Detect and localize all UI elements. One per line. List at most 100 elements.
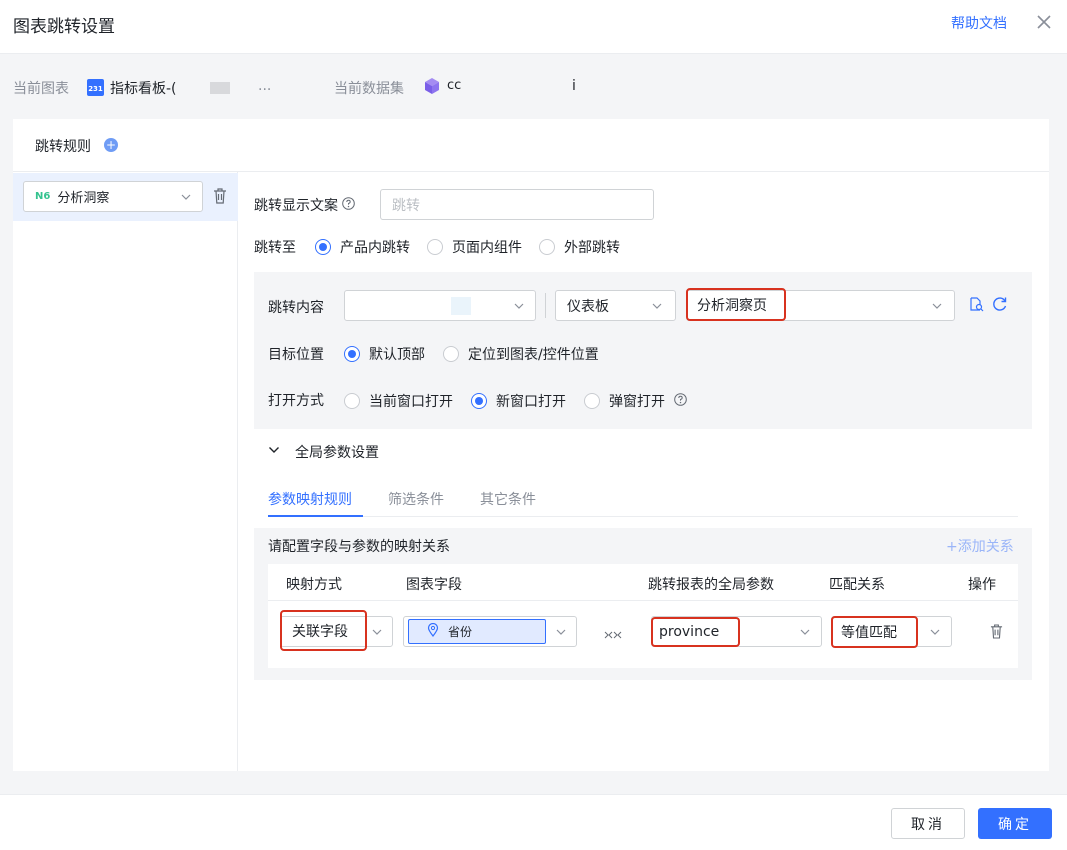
chevron-down-icon [556, 627, 566, 637]
question-circle-icon[interactable] [674, 392, 687, 410]
tab-other-conditions[interactable]: 其它条件 [480, 489, 536, 509]
close-icon[interactable] [1034, 12, 1054, 32]
content-select-product[interactable] [344, 290, 536, 321]
open-mode-radio-group: 当前窗口打开 新窗口打开 弹窗打开 [344, 391, 687, 411]
trash-icon[interactable] [213, 188, 227, 204]
location-pin-icon [427, 622, 439, 641]
content-page-value: 分析洞察页 [697, 297, 767, 314]
chart-calendar-icon: 231 [87, 79, 104, 96]
radio-label: 当前窗口打开 [369, 394, 453, 410]
open-mode-label: 打开方式 [268, 393, 324, 409]
add-relation-button[interactable]: +添加关系 [946, 536, 1014, 556]
divider [545, 293, 546, 318]
jump-to-label: 跳转至 [254, 240, 296, 256]
content-type-value: 仪表板 [567, 298, 609, 315]
radio-product-jump[interactable]: 产品内跳转 [315, 237, 410, 257]
active-tab-underline [268, 515, 363, 517]
chevron-down-icon [372, 627, 382, 637]
redacted-block [210, 82, 230, 94]
rule-item-label: 分析洞察 [57, 191, 110, 206]
radio-popup[interactable]: 弹窗打开 [584, 391, 665, 411]
trash-icon[interactable] [990, 624, 1003, 643]
tabs-divider [268, 516, 1018, 517]
highlight-global-param: province [651, 617, 740, 647]
dialog-header [0, 0, 1067, 54]
display-text-label-group: 跳转显示文案 [254, 195, 355, 215]
column-header: 匹配关系 [829, 577, 885, 593]
current-chart-value: 指标看板-( [110, 81, 177, 97]
tab-param-mapping[interactable]: 参数映射规则 [268, 489, 352, 509]
radio-dot [443, 346, 459, 362]
radio-page-component[interactable]: 页面内组件 [427, 237, 522, 257]
column-header: 图表字段 [406, 577, 462, 593]
global-params-toggle[interactable]: 全局参数设置 [268, 442, 379, 462]
current-dataset-trailing: i [572, 78, 576, 94]
global-params-title: 全局参数设置 [295, 445, 379, 461]
redacted-block [451, 297, 471, 315]
column-header: 操作 [968, 577, 996, 593]
radio-dot [471, 393, 487, 409]
display-text-placeholder: 跳转 [392, 197, 420, 214]
highlight-mapping-type: 关联字段 [280, 610, 367, 651]
radio-new-window[interactable]: 新窗口打开 [471, 391, 566, 411]
chart-field-select[interactable]: 省份 [403, 616, 577, 647]
dialog-title: 图表跳转设置 [13, 17, 115, 37]
rules-list-panel [13, 172, 238, 771]
column-header: 跳转报表的全局参数 [648, 577, 774, 593]
jump-to-radio-group: 产品内跳转 页面内组件 外部跳转 [315, 237, 620, 257]
highlight-match-relation: 等值匹配 [831, 616, 918, 648]
chart-field-value: 省份 [448, 625, 473, 639]
radio-dot [315, 239, 331, 255]
global-param-value: province [659, 624, 720, 640]
column-header: 映射方式 [286, 577, 342, 593]
display-text-label: 跳转显示文案 [254, 198, 338, 214]
rule-select[interactable]: N6 分析洞察 [23, 181, 203, 212]
content-select-type[interactable]: 仪表板 [555, 290, 676, 321]
chevron-down-icon [514, 301, 524, 311]
radio-external-jump[interactable]: 外部跳转 [539, 237, 620, 257]
radio-current-window[interactable]: 当前窗口打开 [344, 391, 453, 411]
radio-dot [344, 393, 360, 409]
radio-label: 新窗口打开 [496, 394, 566, 410]
radio-locate-chart[interactable]: 定位到图表/控件位置 [443, 344, 599, 364]
add-rule-icon[interactable]: + [104, 138, 118, 152]
file-search-icon[interactable] [969, 297, 984, 316]
refresh-icon[interactable] [992, 296, 1008, 316]
match-relation-value: 等值匹配 [841, 625, 897, 641]
mapping-hint: 请配置字段与参数的映射关系 [268, 539, 450, 555]
chevron-down-icon [800, 627, 810, 637]
current-chart-trailing: ... [258, 78, 272, 94]
help-docs-link[interactable]: 帮助文档 [951, 13, 1007, 33]
question-circle-icon[interactable] [342, 196, 355, 214]
table-header-divider [268, 600, 1018, 601]
radio-label: 页面内组件 [452, 240, 522, 256]
chevron-down-icon [181, 192, 191, 202]
radio-dot [584, 393, 600, 409]
rules-title: 跳转规则 [35, 139, 91, 155]
target-label: 目标位置 [268, 347, 324, 363]
link-arrows-icon [604, 627, 622, 643]
radio-default-top[interactable]: 默认顶部 [344, 344, 425, 364]
radio-label: 外部跳转 [564, 240, 620, 256]
current-dataset-label: 当前数据集 [334, 81, 404, 97]
chevron-down-icon [930, 627, 940, 637]
highlight-page-value: 分析洞察页 [686, 288, 786, 321]
chevron-down-icon [268, 444, 280, 460]
display-text-input[interactable]: 跳转 [380, 189, 654, 220]
chart-field-tag: 省份 [408, 619, 546, 644]
chart-icon-text: 231 [88, 85, 103, 93]
radio-dot [344, 346, 360, 362]
radio-label: 定位到图表/控件位置 [468, 347, 599, 363]
tab-filter-conditions[interactable]: 筛选条件 [388, 489, 444, 509]
radio-label: 弹窗打开 [609, 394, 665, 410]
chevron-down-icon [932, 301, 942, 311]
mapping-type-value: 关联字段 [292, 623, 348, 640]
cancel-button[interactable]: 取消 [891, 808, 965, 839]
dataset-cube-icon [423, 77, 441, 99]
insight-icon: N6 [35, 191, 51, 202]
ok-button[interactable]: 确定 [978, 808, 1052, 839]
radio-dot [539, 239, 555, 255]
content-label: 跳转内容 [268, 300, 324, 316]
current-dataset-value: cc [447, 78, 462, 93]
radio-dot [427, 239, 443, 255]
